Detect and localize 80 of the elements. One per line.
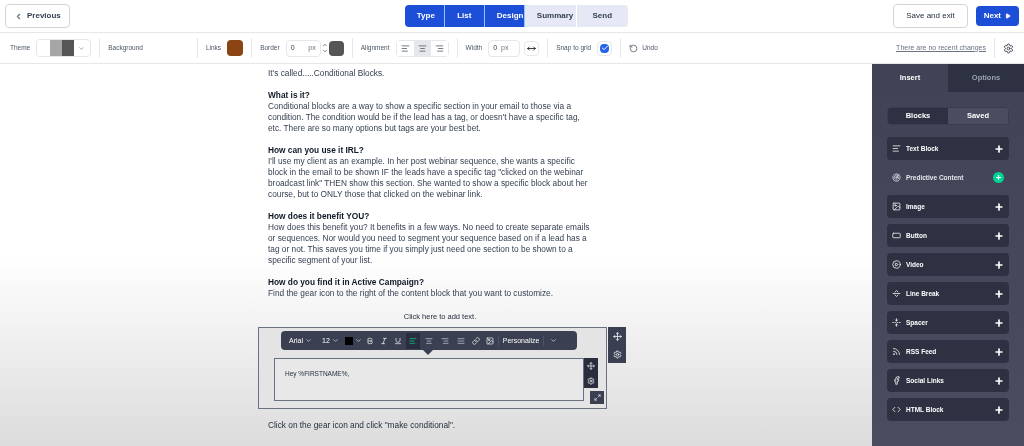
links-color-swatch[interactable] (227, 40, 244, 56)
settings-button[interactable] (608, 345, 626, 364)
align-right-icon (440, 336, 449, 345)
section-text: How does this benefit you? It benefits in a few ways. No need to create separate emails or sequences. Nor would you need to segment your sequence based on if a lead has a tag or not. This saves you time if you simply just need one section to be shown to a specific segment of your list. (268, 222, 591, 266)
step-tab[interactable]: Send (576, 5, 629, 27)
play-icon (1005, 13, 1011, 19)
caret-icon[interactable] (354, 337, 362, 345)
undo-icon (629, 43, 639, 53)
plus-icon[interactable] (994, 230, 1004, 241)
play-circle-icon (892, 260, 901, 269)
save-and-exit-button[interactable]: Save and exit (893, 4, 968, 28)
radar-icon (892, 173, 901, 182)
rss-icon (892, 347, 901, 356)
align-right-icon (434, 43, 444, 53)
plus-icon[interactable] (994, 317, 1004, 328)
bold-icon[interactable] (365, 336, 374, 345)
move-icon (612, 331, 622, 341)
plus-icon[interactable] (993, 172, 1004, 183)
image-icon (892, 202, 901, 211)
spinner-up-icon[interactable] (321, 42, 328, 48)
align-left-icon (408, 336, 417, 345)
step-tab[interactable]: Type (404, 5, 445, 27)
section-heading: What is it? (268, 90, 311, 101)
link-icon[interactable] (471, 336, 480, 345)
code-icon (892, 405, 901, 414)
spacer-icon (892, 318, 901, 327)
caret-icon (305, 337, 312, 345)
section-heading: How do you find it in Active Campaign? (268, 277, 425, 288)
align-center-icon (424, 336, 433, 345)
plus-icon[interactable] (994, 143, 1004, 154)
rectangle-icon (892, 231, 901, 240)
plus-icon[interactable] (994, 375, 1004, 386)
plus-icon[interactable] (994, 346, 1004, 357)
next-button[interactable]: Next (975, 6, 1019, 26)
plus-icon[interactable] (994, 201, 1004, 212)
separator-icon (892, 289, 901, 298)
plus-icon[interactable] (994, 288, 1004, 299)
section-text: Find the gear icon to the right of the content block that you want to customize. (268, 288, 555, 299)
move-handle[interactable] (584, 358, 598, 374)
caret-icon (331, 337, 339, 345)
section-text: I'll use my client as an example. In her post webinar sequence, she wants a specific block in the email to be shown IF the leads have a specific tag "clicked on the webinar broadcast link" THEN show this section. She wanted to show a specific block about her course, but to ONLY those that clicked on the webinar link. (268, 156, 589, 200)
settings-icon (587, 376, 595, 385)
spinner-down-icon[interactable] (321, 48, 328, 54)
underline-icon[interactable] (393, 336, 402, 345)
plus-icon[interactable] (994, 404, 1004, 415)
step-tab[interactable]: List (444, 5, 485, 27)
align-center-icon (417, 43, 427, 53)
section-heading: How can you use it IRL? (268, 145, 365, 156)
plus-icon[interactable] (994, 259, 1004, 270)
border-color-swatch[interactable] (328, 40, 344, 56)
theme-picker[interactable] (36, 39, 92, 57)
chevron-left-icon (14, 11, 23, 21)
step-tab[interactable]: Design (484, 5, 525, 27)
resize-handle[interactable] (590, 391, 604, 405)
move-icon (587, 361, 595, 370)
instruction-text: Click on the gear icon and click "make conditional". (268, 419, 457, 432)
settings-button[interactable] (584, 373, 598, 389)
previous-button[interactable]: Previous (5, 4, 70, 28)
settings-icon (612, 349, 622, 359)
section-heading: How does it benefit YOU? (268, 211, 371, 222)
italic-icon[interactable] (379, 336, 388, 345)
snap-checkbox[interactable] (597, 40, 613, 56)
move-handle[interactable] (608, 327, 626, 346)
section-text: Conditional blocks are a way to show a specific section in your email to those via a condition. The condition would be if the lead has a tag, or doesn't have a specific tag, etc. There are so many options but tags are your best bet. (268, 101, 581, 134)
chevron-down-icon (78, 44, 86, 52)
step-tab[interactable]: Summary (524, 5, 577, 27)
text-color-swatch[interactable] (344, 336, 353, 345)
facebook-icon (892, 376, 901, 385)
check-icon (600, 44, 609, 52)
intro-text: It's called.....Conditional Blocks. (268, 68, 386, 79)
align-button[interactable] (405, 332, 420, 349)
caret-icon[interactable] (550, 337, 558, 345)
align-justify-icon (456, 336, 465, 345)
image-icon[interactable] (485, 336, 494, 345)
settings-icon[interactable] (1003, 42, 1014, 54)
resize-icon (593, 394, 601, 402)
full-width-button[interactable] (524, 40, 540, 56)
align-left-icon (400, 43, 410, 53)
lines-icon (892, 144, 901, 153)
double-arrow-icon (527, 43, 537, 53)
